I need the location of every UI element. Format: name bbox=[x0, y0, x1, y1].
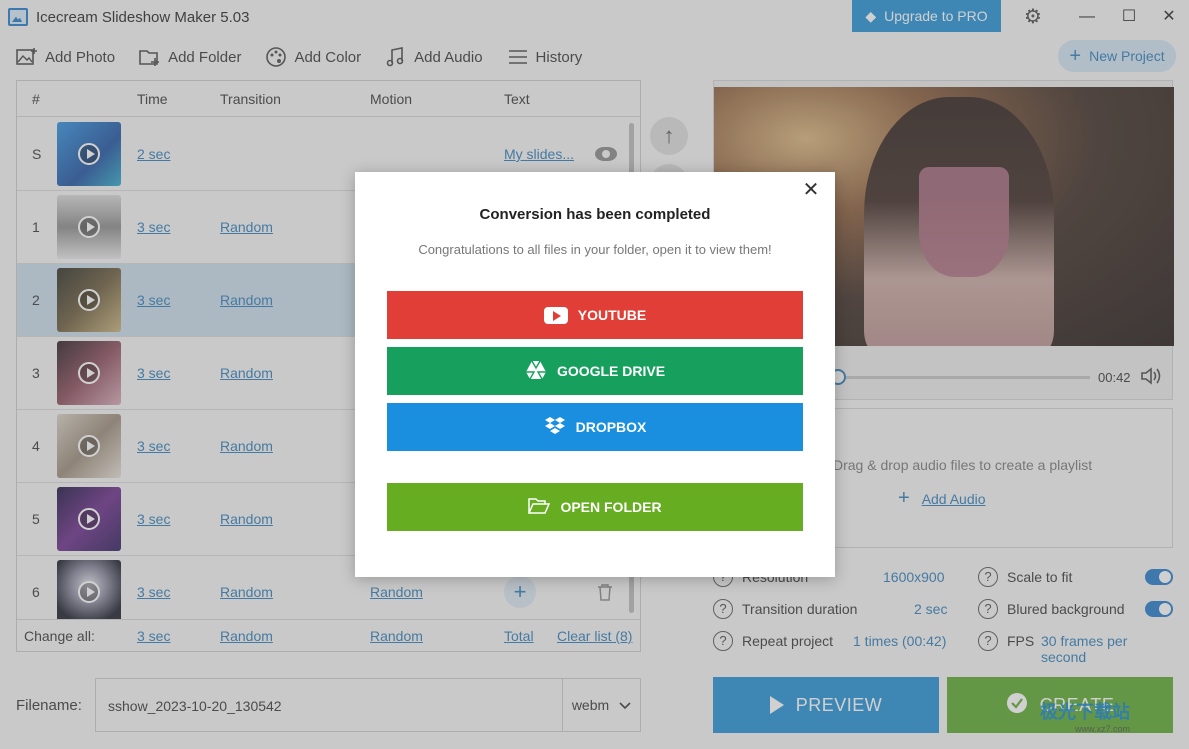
open-folder-icon bbox=[528, 497, 551, 518]
youtube-icon bbox=[543, 306, 568, 324]
open-folder-label: OPEN FOLDER bbox=[560, 499, 662, 515]
open-folder-button[interactable]: OPEN FOLDER bbox=[387, 483, 803, 531]
watermark-url: www.xz7.com bbox=[1074, 724, 1130, 734]
dropbox-icon bbox=[544, 416, 566, 439]
watermark-logo: 极光下载站 www.xz7.com bbox=[1040, 698, 1130, 734]
close-icon[interactable]: ✕ bbox=[799, 178, 823, 202]
dropbox-button[interactable]: DROPBOX bbox=[387, 403, 803, 451]
dialog-subtitle: Congratulations to all files in your fol… bbox=[418, 242, 772, 257]
conversion-complete-dialog: ✕ Conversion has been completed Congratu… bbox=[355, 172, 835, 577]
dialog-title: Conversion has been completed bbox=[479, 206, 711, 223]
google-drive-icon bbox=[525, 360, 547, 383]
youtube-button[interactable]: YOUTUBE bbox=[387, 291, 803, 339]
dropbox-label: DROPBOX bbox=[575, 419, 647, 435]
watermark-text: 极光下载站 bbox=[1040, 702, 1130, 722]
youtube-label: YOUTUBE bbox=[577, 307, 647, 323]
google-drive-label: GOOGLE DRIVE bbox=[556, 363, 666, 379]
google-drive-button[interactable]: GOOGLE DRIVE bbox=[387, 347, 803, 395]
